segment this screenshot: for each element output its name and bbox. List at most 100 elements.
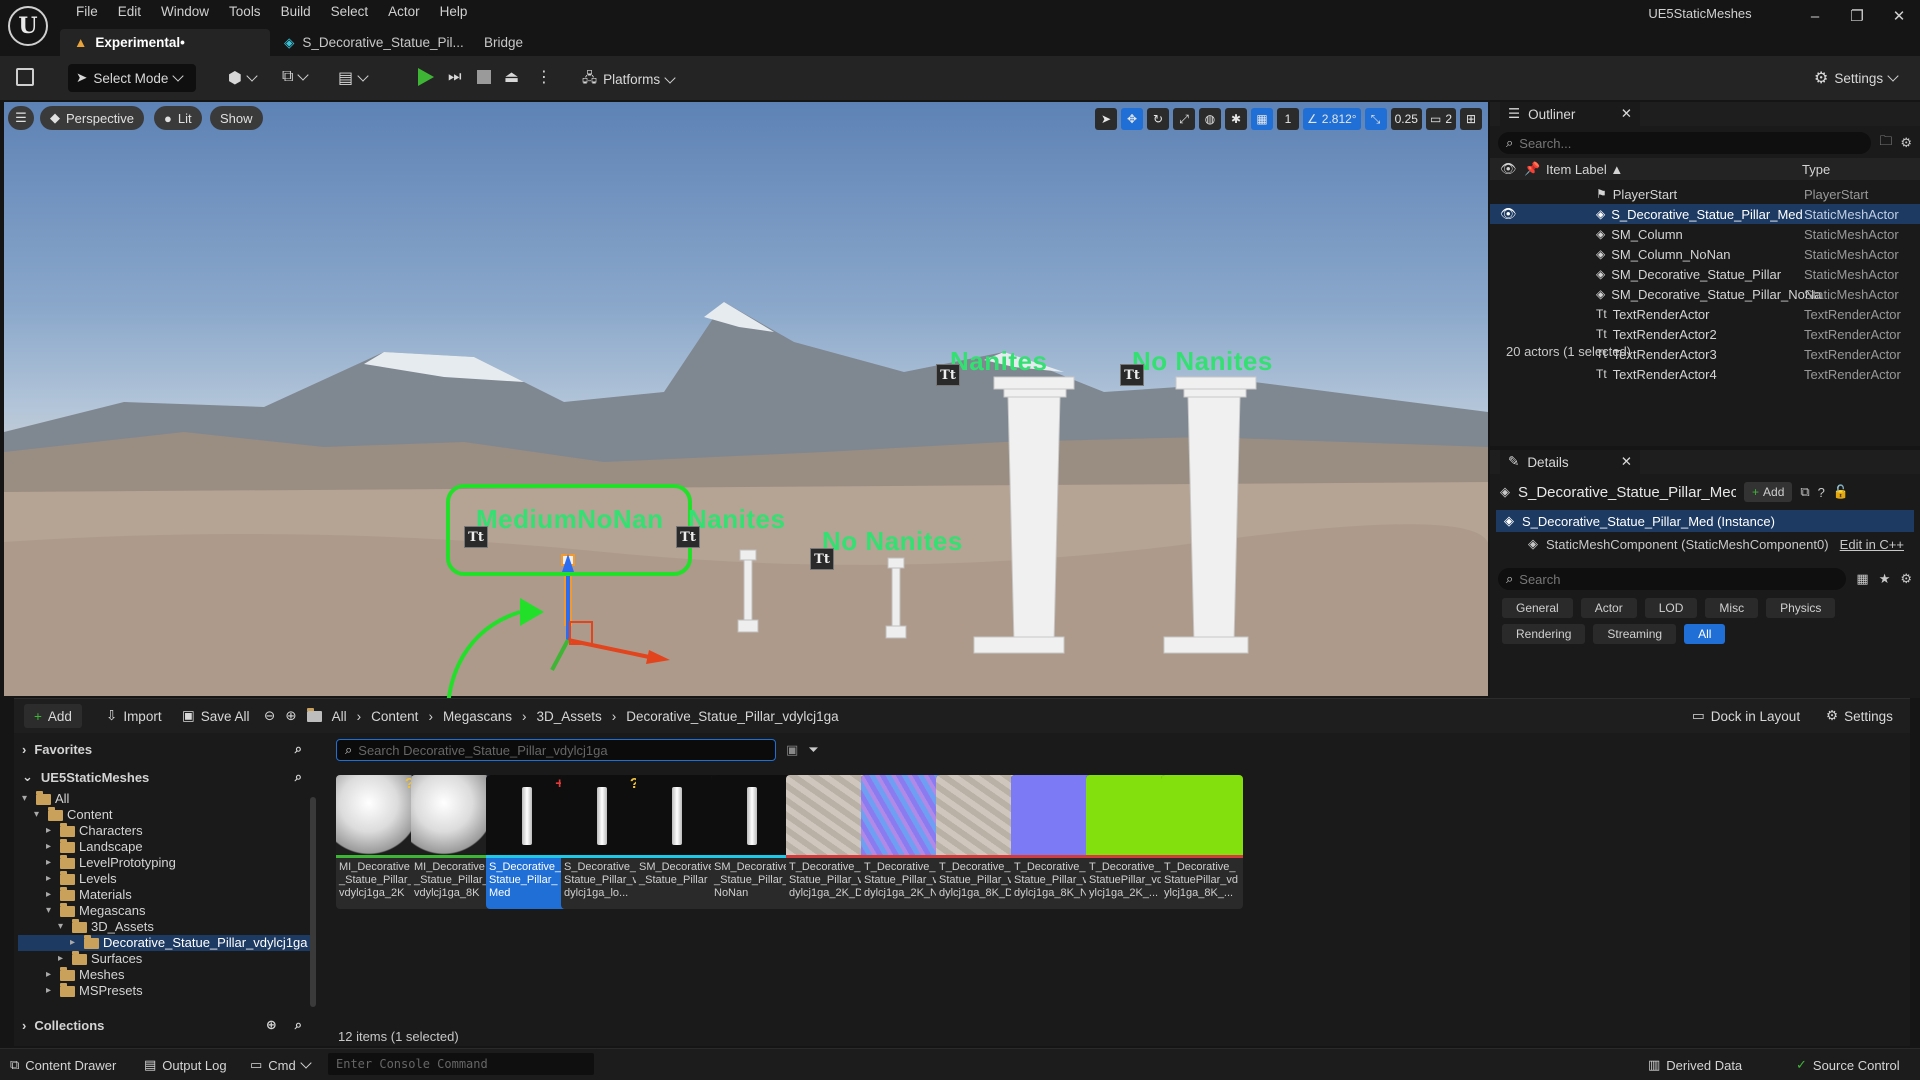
lock-icon[interactable]: 🔓 <box>1833 484 1849 500</box>
outliner-row[interactable]: ◈ SM_Column StaticMeshActor <box>1490 224 1920 244</box>
rotate-tool-icon[interactable]: ↻ <box>1147 108 1170 130</box>
search-icon[interactable]: ⌕ <box>295 741 302 757</box>
column-type[interactable]: Type <box>1802 162 1830 177</box>
asset-tile[interactable]: T_Decorative_StatuePillar_vdylcj1ga_2K_.… <box>1086 775 1168 909</box>
content-drawer-button[interactable]: ⧉ Content Drawer <box>10 1057 116 1073</box>
history-forward-icon[interactable]: ⊕ <box>285 708 296 724</box>
component-row[interactable]: ◈ StaticMeshComponent (StaticMeshCompone… <box>1490 532 1920 556</box>
select-mode-dropdown[interactable]: ➤ Select Mode <box>68 64 196 92</box>
scale-snap-toggle[interactable]: ⤡ <box>1364 108 1387 130</box>
tab-level[interactable]: ▲ Experimental• <box>60 29 270 56</box>
save-icon[interactable] <box>16 68 34 86</box>
gear-icon[interactable]: ⚙ <box>1900 135 1912 151</box>
camera-speed-button[interactable]: ▭ 2 <box>1425 108 1456 130</box>
filter-chip[interactable]: Streaming <box>1593 624 1677 644</box>
details-search-input[interactable]: ⌕ Search <box>1498 568 1847 590</box>
settings-dropdown[interactable]: ⚙ Settings <box>1814 68 1899 88</box>
add-component-button[interactable]: + Add <box>1744 482 1793 502</box>
asset-tile[interactable]: T_Decorative_Statue_Pillar_vdylcj1ga_2K_… <box>786 775 868 909</box>
column-item-label[interactable]: Item Label ▲ <box>1546 162 1623 177</box>
asset-tile[interactable]: T_Decorative_Statue_Pillar_vdylcj1ga_8K_… <box>936 775 1018 909</box>
favorites-header[interactable]: › Favorites ⌕ <box>14 737 316 761</box>
menu-tools[interactable]: Tools <box>219 3 271 21</box>
derived-data-button[interactable]: ▥ Derived Data <box>1648 1057 1742 1073</box>
outliner-tab[interactable]: ☰ Outliner ✕ <box>1500 102 1640 126</box>
tree-scrollbar[interactable] <box>310 797 316 1007</box>
advance-frame-icon[interactable]: ⏭ <box>448 68 462 85</box>
viewport-layout-icon[interactable]: ⊞ <box>1460 108 1482 130</box>
select-tool-icon[interactable]: ➤ <box>1095 108 1118 130</box>
search-icon[interactable]: ⌕ <box>295 1017 302 1033</box>
stop-icon[interactable] <box>477 70 491 84</box>
output-log-button[interactable]: ▤ Output Log <box>144 1057 227 1073</box>
close-icon[interactable]: ✕ <box>1878 0 1920 32</box>
menu-window[interactable]: Window <box>151 3 219 21</box>
folder-tree-item[interactable]: ▸ Materials <box>18 886 316 903</box>
filter-chip[interactable]: Physics <box>1766 598 1836 618</box>
close-icon[interactable]: ✕ <box>1621 106 1632 122</box>
asset-tile[interactable]: SM_Decorative_Statue_Pillar <box>636 775 718 909</box>
menu-actor[interactable]: Actor <box>378 3 430 21</box>
tab-mesh-editor[interactable]: ◈ S_Decorative_Statue_Pil... <box>270 29 470 56</box>
text-render-actor-icon[interactable]: Tt <box>676 526 700 548</box>
close-icon[interactable]: ✕ <box>1621 454 1632 470</box>
filter-chip[interactable]: Misc <box>1705 598 1759 618</box>
add-folder-icon[interactable]: 🗀 <box>1879 132 1892 154</box>
folder-tree-item[interactable]: ▾ Content <box>18 806 316 823</box>
console-command-input[interactable]: Enter Console Command <box>328 1053 594 1075</box>
component-instance-row[interactable]: ◈ S_Decorative_Statue_Pillar_Med (Instan… <box>1496 510 1914 532</box>
unreal-logo-icon[interactable]: U <box>8 6 48 46</box>
text-render-actor-icon[interactable]: Tt <box>464 526 488 548</box>
folder-tree-item[interactable]: ▸ Meshes <box>18 966 316 983</box>
import-button[interactable]: ⇩ Import <box>106 708 162 724</box>
folder-tree-item[interactable]: ▾ All <box>18 791 316 807</box>
menu-help[interactable]: Help <box>430 3 478 21</box>
outliner-row[interactable]: Tt TextRenderActor TextRenderActor <box>1490 304 1920 324</box>
menu-select[interactable]: Select <box>321 3 379 21</box>
grid-snap-value[interactable]: 1 <box>1277 108 1300 130</box>
level-viewport[interactable]: ☰ ◆ Perspective ● Lit Show ➤ ✥ ↻ ⤢ ◍ ✱ ▦… <box>4 102 1488 696</box>
help-icon[interactable]: ? <box>1818 485 1825 500</box>
folder-tree-item[interactable]: ▸ Characters <box>18 822 316 839</box>
add-collection-icon[interactable]: ⊕ <box>266 1017 277 1033</box>
folder-tree-item[interactable]: ▸ MSPresets <box>18 982 316 999</box>
lit-button[interactable]: ● Lit <box>154 106 202 130</box>
folder-tree-item[interactable]: ▸ LevelPrototyping <box>18 854 316 871</box>
play-button[interactable] <box>418 68 434 86</box>
menu-build[interactable]: Build <box>271 3 321 21</box>
scale-snap-value[interactable]: 0.25 <box>1390 108 1422 130</box>
outliner-row[interactable]: ◈ SM_Decorative_Statue_Pillar_NoNa StaticM… <box>1490 284 1920 304</box>
source-control-button[interactable]: ✓ Source Control <box>1796 1057 1900 1073</box>
tab-bridge[interactable]: Bridge <box>470 29 537 56</box>
edit-in-cpp-link[interactable]: Edit in C++ <box>1840 537 1904 552</box>
platforms-dropdown[interactable]: 🖧 Platforms <box>582 68 676 91</box>
viewport-menu-button[interactable]: ☰ <box>8 106 34 130</box>
table-view-icon[interactable]: ▦ <box>1856 571 1868 587</box>
filter-chip[interactable]: General <box>1502 598 1573 618</box>
favorite-star-icon[interactable]: ★ <box>1879 571 1891 587</box>
asset-tile[interactable]: ? MI_Decorative_Statue_Pillar_vdylcj1ga_2… <box>336 775 418 909</box>
eject-icon[interactable]: ⏏ <box>504 67 519 87</box>
show-button[interactable]: Show <box>210 106 263 130</box>
asset-tile[interactable]: T_Decorative_Statue_Pillar_vdylcj1ga_2K_… <box>861 775 943 909</box>
add-content-button[interactable]: ⬢ <box>228 68 258 88</box>
world-space-icon[interactable]: ◍ <box>1199 108 1222 130</box>
search-icon[interactable]: ⌕ <box>295 769 302 785</box>
outliner-row[interactable]: Tt TextRenderActor2 TextRenderActor <box>1490 324 1920 344</box>
text-render-actor-icon[interactable]: Tt <box>936 364 960 386</box>
menu-file[interactable]: File <box>66 3 108 21</box>
asset-tile[interactable]: + S_Decorative_Statue_Pillar_Med <box>486 775 568 909</box>
asset-tile[interactable]: T_Decorative_StatuePillar_vdylcj1ga_8K_.… <box>1161 775 1243 909</box>
blueprints-button[interactable]: ⧉ <box>282 68 310 86</box>
text-render-actor-icon[interactable]: Tt <box>1120 364 1144 386</box>
details-actor-name[interactable]: S_Decorative_Statue_Pillar_Mec <box>1518 484 1736 501</box>
folder-tree-item[interactable]: ▸ Landscape <box>18 838 316 855</box>
project-header[interactable]: ⌄ UE5StaticMeshes ⌕ <box>14 765 316 789</box>
history-back-icon[interactable]: ⊖ <box>264 708 275 724</box>
outliner-row[interactable]: ◈ SM_Decorative_Statue_Pillar StaticMeshAc… <box>1490 264 1920 284</box>
folder-tree-item[interactable]: ▸ Surfaces <box>18 950 316 967</box>
folder-tree-item[interactable]: ▸ Levels <box>18 870 316 887</box>
angle-snap-toggle[interactable]: ∠ 2.812° <box>1303 108 1361 130</box>
outliner-row[interactable]: Tt TextRenderActor4 TextRenderActor <box>1490 364 1920 381</box>
more-options-icon[interactable]: ⋮ <box>536 67 552 87</box>
